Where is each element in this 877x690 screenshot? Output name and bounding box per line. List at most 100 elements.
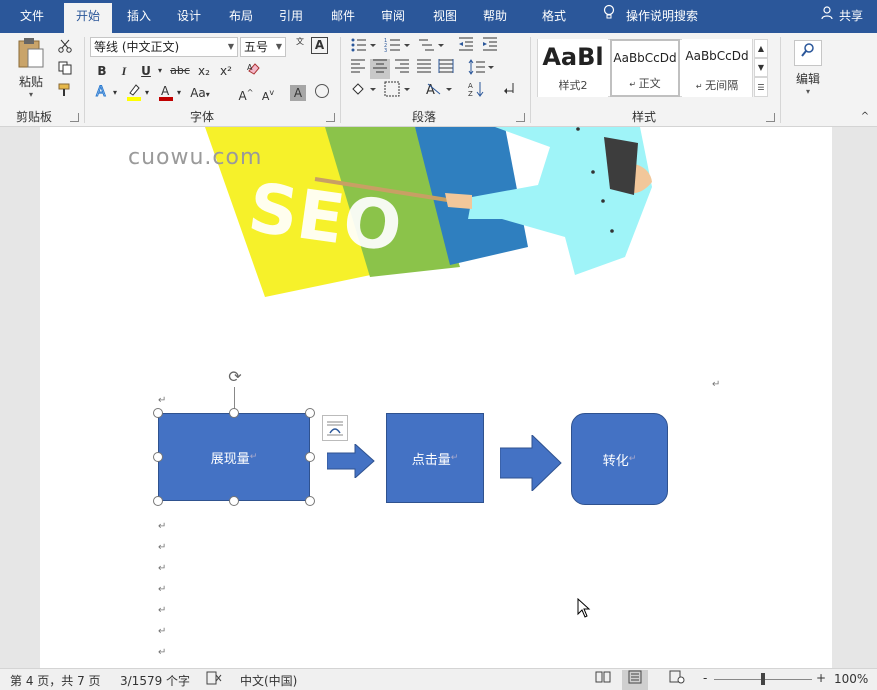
word-count[interactable]: 3/1579 个字 [120,672,190,689]
align-center-icon[interactable] [370,59,390,79]
justify-icon[interactable] [414,59,434,79]
resize-handle[interactable] [229,408,239,418]
paragraph-mark: ↵ [628,454,637,464]
superscript-button[interactable]: x² [216,61,236,81]
character-shading-button[interactable]: A [290,85,306,101]
collapse-ribbon-icon[interactable]: ^ [858,109,872,123]
resize-handle[interactable] [305,452,315,462]
character-border-icon[interactable]: A [311,37,328,54]
paragraph-launcher[interactable] [516,113,525,122]
page-count[interactable]: 第 4 页，共 7 页 [10,672,101,689]
distributed-icon[interactable] [436,59,456,79]
chevron-down-icon[interactable]: ▾ [142,83,152,103]
format-painter-icon[interactable] [56,81,74,99]
share-button[interactable]: 共享 [821,0,863,33]
shrink-font-button[interactable]: Av [258,83,278,103]
show-marks-icon[interactable] [500,81,520,101]
chevron-down-icon[interactable]: ▾ [155,61,165,81]
resize-handle[interactable] [305,496,315,506]
tab-home[interactable]: 开始 [64,3,112,33]
resize-handle[interactable] [153,496,163,506]
chevron-down-icon[interactable]: ▾ [174,83,184,103]
underline-button[interactable]: U [136,61,156,81]
group-divider [780,37,781,123]
ribbon-tab-bar: 文件 开始 插入 设计 布局 引用 邮件 审阅 视图 帮助 格式 操作说明搜索 … [0,0,877,33]
align-left-icon[interactable] [348,59,368,79]
rotate-handle-icon[interactable]: ⟳ [225,367,245,387]
subscript-button[interactable]: x₂ [194,61,214,81]
tab-view[interactable]: 视图 [422,0,468,33]
tab-help[interactable]: 帮助 [472,0,518,33]
text-effects-icon[interactable]: A [92,83,112,103]
numbering-icon[interactable]: 123 [382,37,412,57]
styles-launcher[interactable] [766,113,775,122]
font-launcher[interactable] [326,113,335,122]
copy-icon[interactable] [56,59,74,77]
enclose-characters-icon[interactable] [312,83,332,103]
style-item-normal[interactable]: AaBbCcDd ↵ 正文 [610,39,680,97]
tab-references[interactable]: 引用 [268,0,314,33]
web-layout-icon[interactable] [664,670,690,690]
increase-indent-icon[interactable] [480,37,500,57]
zoom-slider-thumb[interactable] [761,673,765,685]
asian-layout-icon[interactable]: A [424,81,454,101]
zoom-out-button[interactable]: - [703,671,707,685]
decrease-indent-icon[interactable] [456,37,476,57]
zoom-level[interactable]: 100% [834,672,868,686]
styles-more[interactable]: ☰ [754,77,768,97]
sort-icon[interactable]: AZ [466,81,486,101]
read-mode-icon[interactable] [590,670,616,690]
font-name-combo[interactable]: 等线 (中文正文) ▼ [90,37,238,57]
clipboard-launcher[interactable] [70,113,79,122]
align-right-icon[interactable] [392,59,412,79]
shading-icon[interactable] [348,81,378,101]
paste-button[interactable]: 粘贴 ▾ [10,37,52,99]
style-item-no-spacing[interactable]: AaBbCcDd ↵ 无间隔 [682,39,752,97]
tab-layout[interactable]: 布局 [218,0,264,33]
font-color-icon[interactable]: A [156,83,176,103]
tab-mailings[interactable]: 邮件 [320,0,366,33]
cut-icon[interactable] [56,37,74,55]
language[interactable]: 中文(中国) [240,672,297,689]
tab-insert[interactable]: 插入 [116,0,162,33]
document-page[interactable]: SEO cuowu.com ⟳ 展现量 ↵ 点击量 ↵ 转化 ↵ ↵ ↵ ↵ ↵… [40,127,832,668]
multilevel-list-icon[interactable] [416,37,446,57]
styles-scroll-up[interactable]: ▲ [754,39,768,58]
grow-font-button[interactable]: A^ [236,83,256,103]
phonetic-guide-icon[interactable]: 文 [290,37,310,57]
flow-box-impressions[interactable]: 展现量 ↵ [158,413,310,501]
tab-format[interactable]: 格式 [530,0,578,33]
styles-scroll-down[interactable]: ▼ [754,58,768,77]
paste-dropdown-icon[interactable]: ▾ [29,90,33,99]
style-item-style2[interactable]: AaBl 样式2 [538,39,608,97]
tab-file[interactable]: 文件 [8,0,56,33]
zoom-in-button[interactable]: + [816,671,826,685]
proofing-icon[interactable] [206,671,222,688]
borders-icon[interactable] [382,81,412,101]
italic-button[interactable]: I [114,61,134,81]
highlight-color-icon[interactable] [124,83,144,103]
tab-design[interactable]: 设计 [166,0,212,33]
flow-arrow[interactable] [327,444,375,478]
tab-review[interactable]: 审阅 [370,0,416,33]
print-layout-icon[interactable] [622,670,648,690]
resize-handle[interactable] [229,496,239,506]
bold-button[interactable]: B [92,61,112,81]
flow-box-conversion[interactable]: 转化 ↵ [571,413,668,505]
resize-handle[interactable] [153,408,163,418]
strikethrough-button[interactable]: abc [168,61,192,81]
document-area[interactable]: SEO cuowu.com ⟳ 展现量 ↵ 点击量 ↵ 转化 ↵ ↵ ↵ ↵ ↵… [0,127,877,668]
layout-options-icon[interactable] [322,415,348,441]
clear-formatting-icon[interactable]: A [244,61,264,81]
font-size-combo[interactable]: 五号 ▼ [240,37,286,57]
resize-handle[interactable] [153,452,163,462]
flow-box-clicks[interactable]: 点击量 ↵ [386,413,484,503]
bullets-icon[interactable] [348,37,378,57]
flow-arrow[interactable] [500,435,562,491]
chevron-down-icon[interactable]: ▾ [110,83,120,103]
change-case-button[interactable]: Aa▾ [188,83,212,103]
line-spacing-icon[interactable] [466,59,496,79]
editing-button[interactable]: 编辑 ▾ [790,37,826,99]
resize-handle[interactable] [305,408,315,418]
tell-me-search[interactable]: 操作说明搜索 [600,0,698,33]
